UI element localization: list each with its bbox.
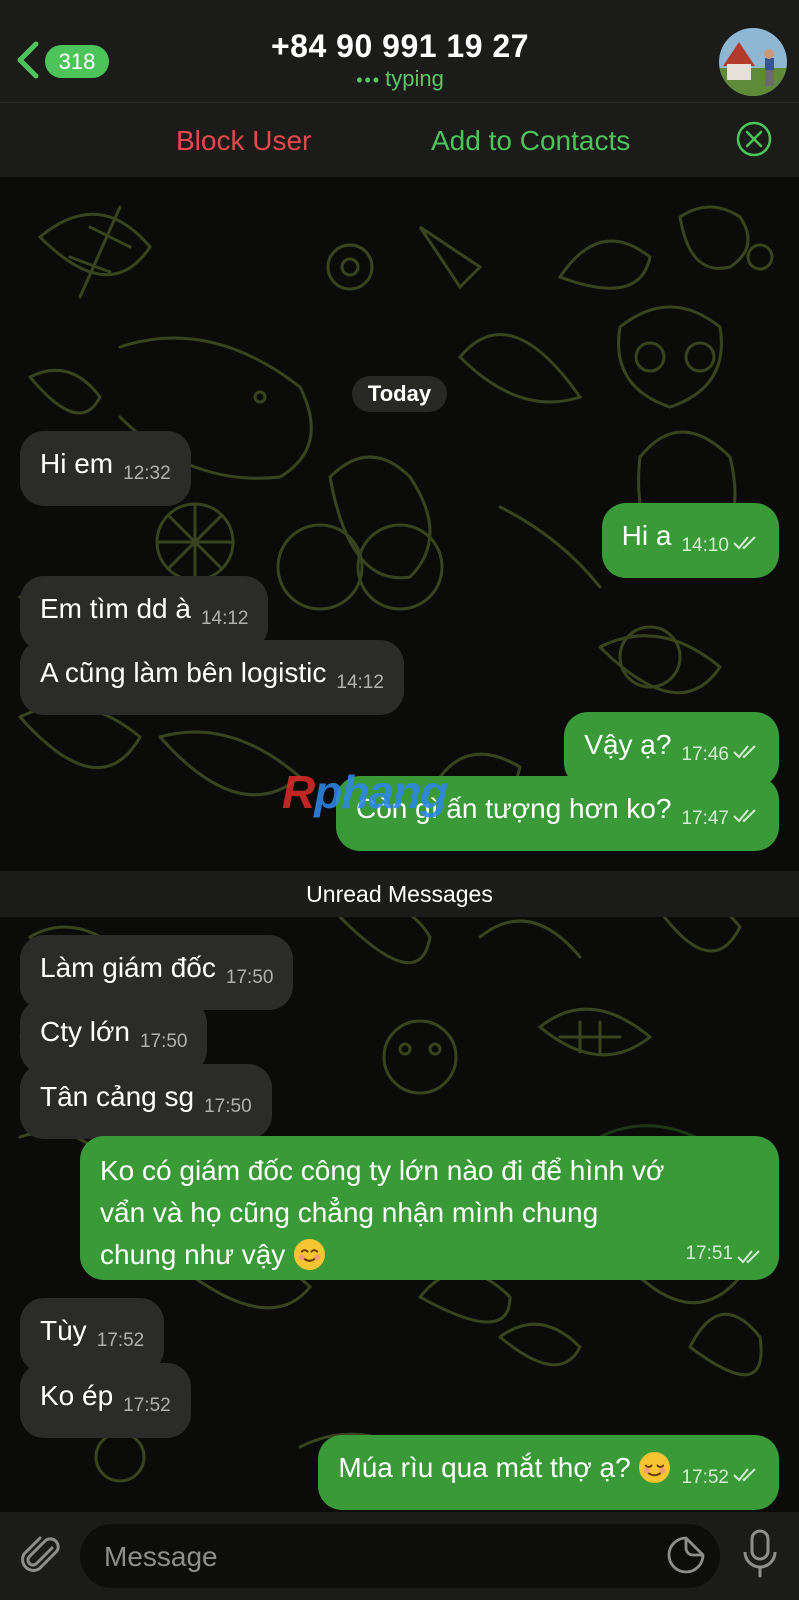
smiling-face-emoji-icon	[294, 1238, 326, 1271]
unread-count-badge[interactable]: 318	[45, 45, 109, 78]
message-time: 17:50	[204, 1096, 252, 1117]
message-bubble-outgoing[interactable]: Múa rìu qua mắt thợ ạ? 17:52	[318, 1435, 779, 1510]
message-line: Ko có giám đốc công ty lớn nào đi để hìn…	[100, 1155, 665, 1186]
avatar[interactable]	[719, 28, 787, 96]
action-bar: Block User Add to Contacts	[0, 103, 799, 177]
double-check-icon	[733, 809, 756, 823]
double-check-icon	[733, 1468, 756, 1482]
message-time: 17:47	[681, 808, 729, 829]
message-time: 14:10	[681, 535, 729, 556]
typing-status-label: typing	[385, 66, 444, 91]
message-bubble-outgoing[interactable]: Hi a 14:10	[601, 503, 779, 578]
message-time: 14:12	[336, 672, 384, 693]
message-text: Ko ép	[40, 1380, 114, 1411]
message-text: Cty lớn	[40, 1016, 130, 1047]
message-text: Tùy	[40, 1315, 87, 1346]
message-line: vẩn và họ cũng chẳng nhận mình chung	[100, 1197, 599, 1228]
chevron-left-icon[interactable]	[14, 40, 42, 80]
microphone-icon[interactable]	[740, 1528, 780, 1580]
message-input-container	[80, 1524, 720, 1588]
message-time: 17:50	[225, 967, 274, 988]
message-bubble-incoming[interactable]: Tùy 17:52	[20, 1298, 165, 1373]
unread-messages-divider: Unread Messages	[0, 871, 799, 917]
paperclip-icon[interactable]	[18, 1532, 66, 1580]
message-text: Vậy ạ?	[584, 729, 672, 760]
message-time: 14:12	[200, 608, 249, 629]
watermark-logo: Rphang	[282, 765, 448, 819]
chat-header: 318 +84 90 991 19 27 ••• typing	[0, 0, 799, 103]
message-text: Làm giám đốc	[40, 952, 216, 983]
message-bubble-incoming[interactable]: A cũng làm bên logistic 14:12	[20, 640, 404, 715]
message-line: chung như vậy	[100, 1239, 286, 1270]
message-line-with-emoji: chung như vậy	[100, 1234, 759, 1276]
message-text: A cũng làm bên logistic	[40, 657, 327, 688]
typing-dots-icon: •••	[356, 70, 382, 90]
message-bubble-incoming[interactable]: Hi em 12:32	[20, 431, 191, 506]
watermark-text-red: R	[282, 766, 315, 818]
message-text: Hi a	[621, 520, 672, 551]
message-bubble-incoming[interactable]: Cty lớn 17:50	[20, 999, 208, 1074]
add-to-contacts-button[interactable]: Add to Contacts	[431, 125, 630, 157]
typing-status: ••• typing	[280, 66, 520, 92]
message-bubble-incoming[interactable]: Ko ép 17:52	[20, 1363, 191, 1438]
message-time: 17:51	[685, 1243, 733, 1264]
message-text: Em tìm dd à	[40, 593, 191, 624]
chat-area[interactable]: Today Hi em 12:32 Hi a 14:10 Em tìm dd à 14…	[0, 177, 799, 1512]
date-separator: Today	[352, 376, 447, 412]
message-bubble-incoming[interactable]: Tân cảng sg 17:50	[20, 1064, 272, 1139]
message-time: 17:52	[681, 1467, 729, 1488]
double-check-icon	[737, 1250, 760, 1264]
contact-title[interactable]: +84 90 991 19 27	[180, 28, 620, 65]
message-text: Múa rìu qua mắt thợ ạ?	[338, 1452, 631, 1483]
block-user-button[interactable]: Block User	[176, 125, 311, 157]
message-text: Hi em	[40, 448, 114, 479]
message-text: Tân cảng sg	[40, 1081, 195, 1112]
double-check-icon	[733, 745, 756, 759]
message-time: 17:46	[681, 744, 729, 765]
message-time: 17:52	[123, 1395, 171, 1416]
message-time-block: 17:51	[685, 1237, 763, 1270]
relieved-face-emoji-icon	[639, 1451, 671, 1484]
message-time: 12:32	[123, 463, 171, 484]
message-time: 17:50	[139, 1031, 188, 1052]
message-input[interactable]	[102, 1536, 626, 1578]
message-bubble-outgoing[interactable]: Ko có giám đốc công ty lớn nào đi để hìn…	[80, 1136, 779, 1280]
close-circle-icon[interactable]	[735, 120, 773, 158]
sticker-icon[interactable]	[666, 1535, 706, 1575]
watermark-text-blue: phang	[314, 766, 448, 818]
message-time: 17:52	[96, 1330, 145, 1351]
double-check-icon	[733, 536, 756, 550]
